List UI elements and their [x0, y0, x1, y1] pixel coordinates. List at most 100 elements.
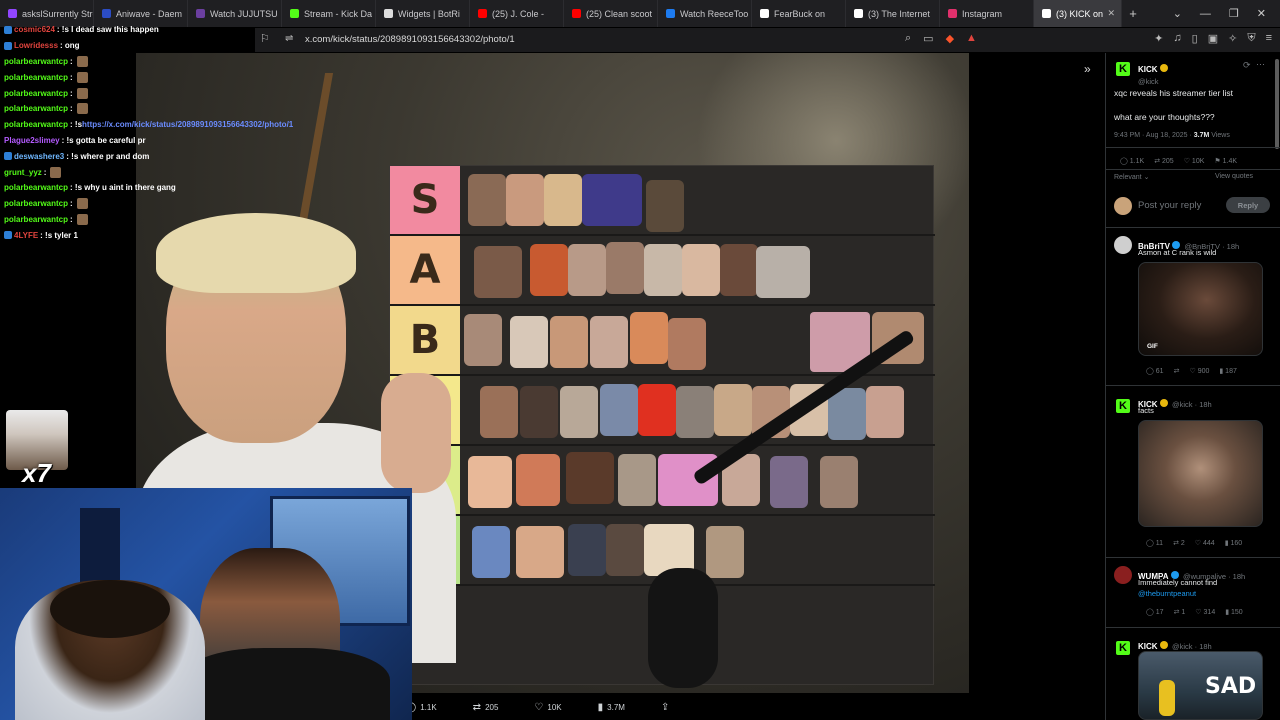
- tab-list-chevron-icon[interactable]: ⌄: [1173, 7, 1182, 20]
- tab-the-internet[interactable]: (3) The Internet: [846, 0, 940, 27]
- view-quotes-link[interactable]: View quotes: [1215, 173, 1253, 180]
- leo-icon[interactable]: ✧: [1228, 32, 1237, 45]
- face-photo: [590, 316, 628, 368]
- face-photo: [706, 526, 744, 578]
- chat-message: polarbearwantcp : !s why u aint in there…: [0, 180, 330, 196]
- tab-instagram[interactable]: Instagram: [940, 0, 1034, 27]
- gif-label: GIF: [1147, 343, 1158, 350]
- url-field[interactable]: x.com/kick/status/2089891093156643302/ph…: [305, 34, 515, 45]
- chat-username[interactable]: cosmic624: [14, 25, 55, 34]
- reply-author[interactable]: KICK: [1138, 642, 1158, 651]
- tab-kick-x-active[interactable]: (3) KICK on ✕: [1034, 0, 1122, 27]
- tab-close-icon[interactable]: ✕: [1107, 8, 1115, 19]
- post-bookmark-count: 1.4K: [1222, 158, 1238, 165]
- chat-username[interactable]: polarbearwantcp: [4, 199, 68, 208]
- expand-sidebar-icon[interactable]: »: [1084, 62, 1091, 76]
- reply-reply-stat[interactable]: ◯ 61: [1146, 367, 1164, 375]
- side-scrollbar[interactable]: [1275, 59, 1279, 149]
- post-reply-stat[interactable]: ◯ 1.1K: [1120, 157, 1144, 165]
- screen: askslSurrently Streaming Aniwave - Daem …: [0, 0, 1280, 720]
- zoom-icon[interactable]: ⌕: [905, 32, 911, 45]
- reply-like-stat[interactable]: ♡ 444: [1195, 539, 1215, 547]
- chat-username[interactable]: polarbearwantcp: [4, 73, 68, 82]
- reply-reply-stat[interactable]: ◯ 17: [1146, 608, 1164, 616]
- reply-mention-link[interactable]: @theburntpeanut: [1138, 589, 1196, 598]
- music-icon[interactable]: ♫: [1173, 32, 1181, 45]
- tab-reece[interactable]: Watch ReeceToo: [658, 0, 752, 27]
- chat-username[interactable]: Plague2slimey: [4, 136, 60, 145]
- post-like-stat[interactable]: ♡ 10K: [1184, 157, 1205, 165]
- chat-username[interactable]: grunt_yyz: [4, 168, 42, 177]
- chat-username[interactable]: polarbearwantcp: [4, 215, 68, 224]
- author-handle: @kick: [1138, 77, 1159, 86]
- photo-action-bar: ◯1.1K ⇄205 ♡10K ▮3.7M ⇪: [405, 697, 695, 717]
- sidebar-icon[interactable]: ▯: [1192, 32, 1198, 45]
- post-bookmark-stat[interactable]: ⚑ 1.4K: [1214, 157, 1237, 165]
- extensions-icon[interactable]: ✦: [1154, 32, 1163, 45]
- menu-icon[interactable]: ≡: [1266, 32, 1272, 45]
- reply-image-media[interactable]: [1138, 420, 1263, 527]
- chat-message: polarbearwantcp :: [0, 196, 330, 212]
- reply-like-stat[interactable]: ♡ 314: [1195, 608, 1215, 616]
- chat-text: :: [70, 104, 73, 114]
- reply-views-stat[interactable]: ▮ 187: [1219, 367, 1236, 375]
- tab-label: Stream - Kick Da: [304, 8, 373, 19]
- reply-avatar[interactable]: [1114, 236, 1132, 254]
- close-window-icon[interactable]: ✕: [1257, 7, 1266, 20]
- vpn-icon[interactable]: ⛨: [1247, 32, 1255, 45]
- reply-avatar[interactable]: K: [1116, 396, 1130, 414]
- repost-icon: ⇄: [472, 701, 482, 713]
- tab-botrix[interactable]: Widgets | BotRi: [376, 0, 470, 27]
- chat-username[interactable]: polarbearwantcp: [4, 104, 68, 113]
- chat-username[interactable]: Lowridesss: [14, 41, 58, 50]
- minimize-icon[interactable]: —: [1200, 8, 1211, 20]
- chat-username[interactable]: 4LYFE: [14, 231, 38, 240]
- chat-username[interactable]: polarbearwantcp: [4, 120, 68, 129]
- reply-repost-stat[interactable]: ⇄: [1174, 367, 1180, 375]
- tab-fearbuck[interactable]: FearBuck on: [752, 0, 846, 27]
- reply-submit-button[interactable]: Reply: [1226, 197, 1270, 213]
- brave-shield-icon[interactable]: ◆: [946, 32, 954, 45]
- chat-username[interactable]: polarbearwantcp: [4, 89, 68, 98]
- post-author[interactable]: KICK @kick: [1138, 59, 1168, 86]
- chat-username[interactable]: deswashere3: [14, 152, 64, 161]
- reply-input[interactable]: Post your reply: [1138, 200, 1201, 211]
- chat-username[interactable]: polarbearwantcp: [4, 57, 68, 66]
- sort-dropdown[interactable]: Relevant ⌄: [1114, 173, 1149, 181]
- reply-text: Immediately cannot find: [1138, 578, 1218, 587]
- photo-like-button[interactable]: ♡ 10K: [534, 702, 561, 713]
- reply-gif-media[interactable]: GIF: [1138, 262, 1263, 356]
- reece-favicon-icon: [666, 9, 675, 18]
- cast-icon[interactable]: ▭: [923, 32, 933, 45]
- wallet-icon[interactable]: ▣: [1208, 32, 1218, 45]
- reply-reply-stat[interactable]: ◯ 11: [1146, 539, 1163, 547]
- post-repost-stat[interactable]: ⇄ 205: [1154, 157, 1174, 165]
- photo-repost-button[interactable]: ⇄ 205: [473, 702, 499, 713]
- reply-avatar[interactable]: K: [1116, 638, 1130, 656]
- tab-youtube-clean[interactable]: (25) Clean scoot: [564, 0, 658, 27]
- address-actions: ⌕ ▭ ◆ ▲: [905, 32, 977, 45]
- user-avatar[interactable]: [1114, 197, 1132, 215]
- more-options-icon[interactable]: ⋯: [1256, 59, 1265, 70]
- tab-youtube-jcole[interactable]: (25) J. Cole -: [470, 0, 564, 27]
- reply-repost-stat[interactable]: ⇄ 1: [1174, 608, 1186, 616]
- reply-views-stat[interactable]: ▮ 160: [1225, 539, 1242, 547]
- divider: [1106, 147, 1280, 148]
- brave-rewards-icon[interactable]: ▲: [966, 32, 977, 45]
- reply-views-stat[interactable]: ▮ 150: [1225, 608, 1242, 616]
- chat-username[interactable]: polarbearwantcp: [4, 183, 68, 192]
- reply-like-stat[interactable]: ♡ 900: [1189, 367, 1209, 375]
- kick-logo-icon[interactable]: K: [1116, 62, 1130, 76]
- reply-image-media[interactable]: SAD: [1138, 651, 1263, 720]
- reply-repost-stat[interactable]: ⇄ 2: [1173, 539, 1185, 547]
- new-tab-button[interactable]: +: [1122, 6, 1144, 21]
- photo-share-button[interactable]: ⇪: [661, 702, 669, 713]
- chat-link[interactable]: https://x.com/kick/status/20898910931566…: [82, 120, 293, 129]
- address-bar: ⚐ ⇌ x.com/kick/status/208989109315664330…: [255, 28, 1280, 52]
- reply-avatar[interactable]: [1114, 566, 1132, 584]
- maximize-icon[interactable]: ❐: [1229, 7, 1239, 20]
- post-text-line-2: what are your thoughts???: [1114, 112, 1215, 122]
- grok-icon[interactable]: ⟳: [1243, 60, 1251, 71]
- like-count: 10K: [547, 702, 562, 712]
- photo-views-button[interactable]: ▮ 3.7M: [598, 702, 625, 713]
